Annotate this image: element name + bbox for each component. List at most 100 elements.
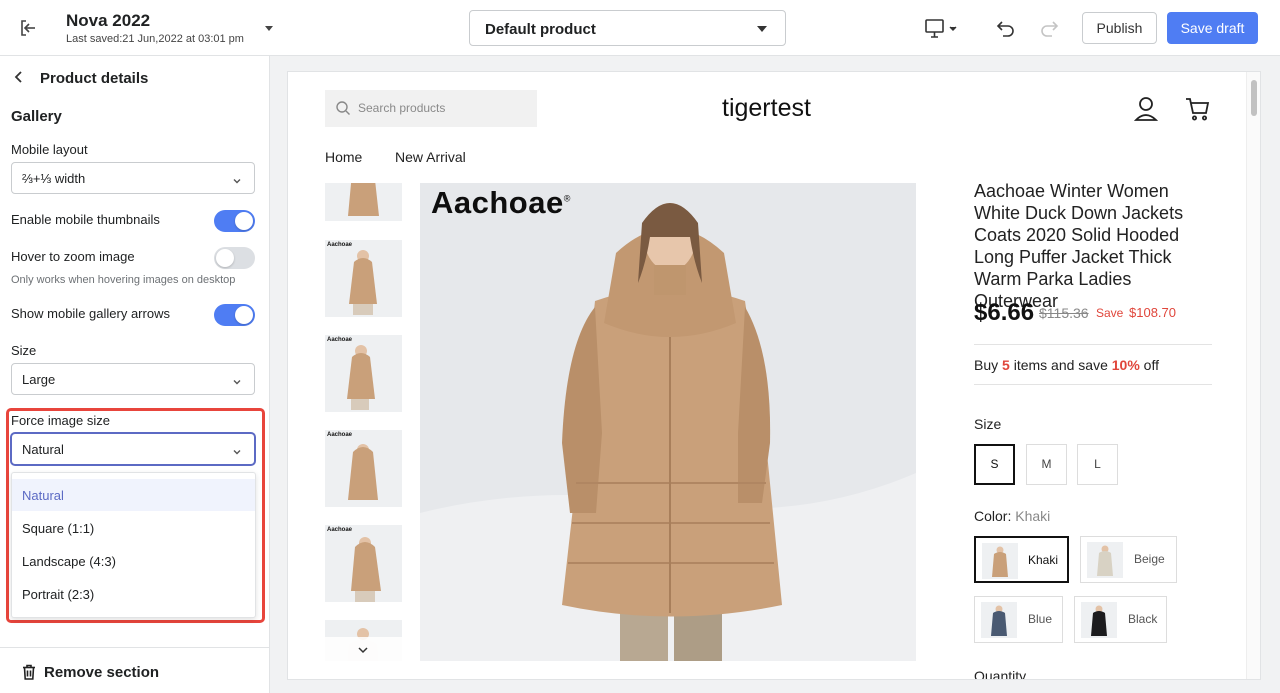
save-amount: $108.70	[1129, 305, 1176, 320]
theme-name[interactable]: Nova 2022	[66, 11, 150, 31]
thumbnails-scroll-down[interactable]	[325, 637, 402, 661]
size-option-label: Size	[974, 416, 1002, 432]
bulk-discount-text: Buy 5 items and save 10% off	[974, 357, 1159, 373]
color-swatch-image	[982, 543, 1018, 579]
gallery-thumbnail[interactable]: Aachoae	[325, 430, 402, 507]
chevron-down-icon	[757, 26, 767, 32]
store-search-input[interactable]: Search products	[325, 90, 537, 127]
color-selected-value: Khaki	[1015, 508, 1051, 524]
save-draft-button[interactable]: Save draft	[1167, 12, 1258, 44]
user-icon[interactable]	[1133, 96, 1159, 122]
size-option-s[interactable]: S	[974, 444, 1015, 485]
color-name: Blue	[1028, 612, 1053, 626]
size-label: Size	[11, 343, 37, 358]
force-image-size-dropdown: Natural Square (1:1) Landscape (4:3) Por…	[11, 472, 256, 618]
color-swatch-image	[1081, 602, 1117, 638]
mobile-layout-value: ⅔+⅓ width	[22, 171, 86, 186]
mobile-layout-select[interactable]: ⅔+⅓ width	[11, 162, 255, 194]
gallery-thumbnail[interactable]: Aachoae	[325, 240, 402, 317]
redo-icon[interactable]	[1039, 18, 1059, 38]
force-image-size-value: Natural	[22, 442, 64, 457]
force-image-size-label: Force image size	[11, 413, 110, 428]
template-select[interactable]: Default product	[469, 10, 786, 46]
enable-thumbnails-toggle[interactable]	[214, 210, 255, 232]
cart-icon[interactable]	[1185, 96, 1211, 122]
hover-zoom-help: Only works when hovering images on deskt…	[11, 274, 236, 286]
size-value: Large	[22, 372, 56, 387]
bulk-qty: 5	[1002, 357, 1010, 373]
toggle-knob	[216, 249, 234, 267]
store-preview: Search products tigertest Home New Arriv…	[288, 72, 1260, 679]
section-heading: Gallery	[11, 108, 62, 125]
search-icon	[335, 100, 351, 116]
sidebar-divider	[0, 647, 270, 648]
save-label: Save	[1096, 306, 1124, 320]
hover-zoom-toggle[interactable]	[214, 247, 255, 269]
show-arrows-toggle[interactable]	[214, 304, 255, 326]
color-option-beige[interactable]: Beige	[1080, 536, 1177, 583]
brand-watermark-text: Aachoae®	[431, 185, 571, 221]
trash-icon[interactable]	[22, 664, 36, 680]
undo-icon[interactable]	[996, 18, 1016, 38]
store-logo[interactable]: tigertest	[722, 94, 811, 123]
bulk-suffix: off	[1139, 357, 1159, 373]
last-saved-text: Last saved:21 Jun,2022 at 03:01 pm	[66, 33, 244, 45]
divider	[974, 384, 1212, 385]
divider	[974, 344, 1212, 345]
hover-zoom-label: Hover to zoom image	[11, 249, 135, 264]
preview-scrollbar[interactable]	[1246, 72, 1260, 679]
panel-title: Product details	[40, 70, 149, 87]
bulk-prefix: Buy	[974, 357, 1003, 373]
chevron-down-icon	[232, 444, 242, 455]
gallery-thumbnail[interactable]: Aachoae	[325, 525, 402, 602]
remove-section-button[interactable]: Remove section	[44, 664, 159, 681]
gallery-thumbnails: Aachoae Aachoae Aachoae Aachoae	[325, 183, 403, 661]
color-label-prefix: Color:	[974, 508, 1016, 524]
registered-mark: ®	[563, 193, 571, 204]
color-option-black[interactable]: Black	[1074, 596, 1167, 643]
compare-at-price: $115.36	[1039, 305, 1089, 321]
quantity-label: Quantity	[974, 668, 1027, 679]
product-price: $6.66	[974, 299, 1035, 326]
dropdown-option-portrait[interactable]: Portrait (2:3)	[12, 578, 255, 610]
search-placeholder: Search products	[358, 101, 446, 115]
main-product-image[interactable]: Aachoae®	[420, 183, 916, 661]
toggle-knob	[235, 212, 253, 230]
color-option-khaki[interactable]: Khaki	[974, 536, 1069, 583]
template-select-value: Default product	[485, 21, 596, 38]
chevron-down-icon	[357, 643, 369, 655]
gallery-thumbnail[interactable]: Aachoae	[325, 335, 402, 412]
mobile-layout-label: Mobile layout	[11, 142, 88, 157]
settings-sidebar: Product details Gallery Mobile layout ⅔+…	[0, 56, 270, 693]
bulk-mid: items and save	[1009, 357, 1112, 373]
exit-icon[interactable]	[18, 17, 40, 39]
gallery-thumbnail[interactable]	[325, 183, 402, 221]
brand-name: Aachoae	[431, 185, 564, 220]
force-image-size-select[interactable]: Natural	[11, 433, 255, 465]
back-icon[interactable]	[12, 70, 26, 84]
toggle-knob	[235, 306, 253, 324]
enable-thumbnails-label: Enable mobile thumbnails	[11, 212, 160, 227]
desktop-icon[interactable]	[924, 18, 960, 40]
nav-home[interactable]: Home	[325, 149, 362, 165]
color-name: Black	[1128, 612, 1158, 626]
nav-new-arrival[interactable]: New Arrival	[395, 149, 466, 165]
size-select[interactable]: Large	[11, 363, 255, 395]
publish-button[interactable]: Publish	[1082, 12, 1157, 44]
dropdown-option-natural[interactable]: Natural	[12, 479, 255, 511]
color-swatch-image	[981, 602, 1017, 638]
dropdown-option-square[interactable]: Square (1:1)	[12, 512, 255, 544]
dropdown-option-landscape[interactable]: Landscape (4:3)	[12, 545, 255, 577]
chevron-down-icon	[232, 374, 242, 385]
bulk-pct: 10%	[1111, 357, 1140, 373]
size-option-l[interactable]: L	[1077, 444, 1118, 485]
top-bar: Nova 2022 Last saved:21 Jun,2022 at 03:0…	[0, 0, 1280, 56]
scrollbar-thumb[interactable]	[1251, 80, 1257, 116]
color-option-blue[interactable]: Blue	[974, 596, 1063, 643]
color-swatch-image	[1087, 542, 1123, 578]
size-option-m[interactable]: M	[1026, 444, 1067, 485]
color-option-label: Color: Khaki	[974, 508, 1050, 524]
product-title: Aachoae Winter Women White Duck Down Jac…	[974, 181, 1184, 311]
color-name: Beige	[1134, 552, 1165, 566]
theme-dropdown-icon[interactable]	[265, 26, 273, 31]
